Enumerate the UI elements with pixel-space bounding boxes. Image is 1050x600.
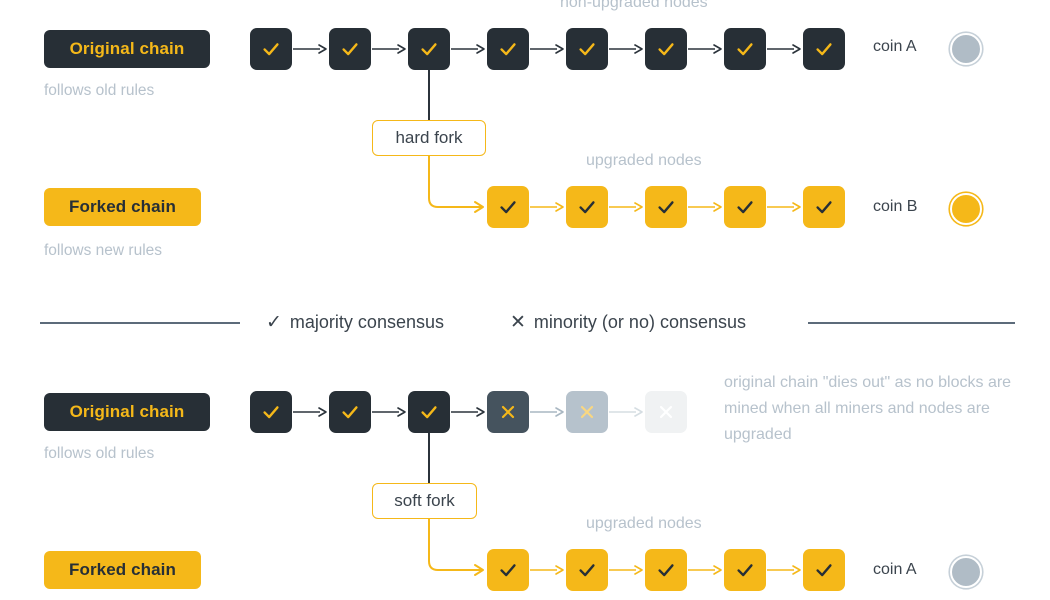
original-chain-tag-soft: Original chain — [44, 393, 210, 431]
hard-fork-label-box: hard fork — [372, 120, 486, 156]
block-dead-soft-2 — [566, 391, 608, 433]
dies-out-note: original chain "dies out" as no blocks a… — [724, 374, 1012, 443]
check-icon — [658, 564, 674, 577]
check-icon — [421, 43, 437, 56]
block-forked-soft-2 — [566, 549, 608, 591]
original-chain-subtitle-soft: follows old rules — [44, 445, 155, 462]
check-icon — [579, 201, 595, 214]
block-dead-soft-1 — [487, 391, 529, 433]
original-chain-subtitle-hard: follows old rules — [44, 82, 155, 99]
non-upgraded-nodes-caption: non-upgraded nodes — [560, 0, 708, 11]
check-icon — [342, 406, 358, 419]
block-original-soft-1 — [250, 391, 292, 433]
forked-chain-tag-hard: Forked chain — [44, 188, 201, 226]
legend-majority-label: majority consensus — [289, 312, 444, 332]
upgraded-nodes-caption-soft: upgraded nodes — [586, 515, 702, 532]
forked-chain-tag-soft: Forked chain — [44, 551, 201, 589]
arrow-forked-hard-2 — [609, 201, 644, 213]
block-original-2 — [329, 28, 371, 70]
cross-icon — [659, 405, 673, 419]
upgraded-nodes-caption-hard: upgraded nodes — [586, 152, 702, 169]
block-original-7 — [724, 28, 766, 70]
block-original-soft-2 — [329, 391, 371, 433]
check-icon — [500, 564, 516, 577]
check-icon — [500, 43, 516, 56]
legend-minority-label: minority (or no) consensus — [533, 312, 747, 332]
arrow-forked-soft-1 — [530, 564, 565, 576]
legend-majority-consensus: ✓ majority consensus — [266, 312, 444, 333]
check-icon — [263, 406, 279, 419]
arrow-original-4 — [530, 43, 565, 55]
check-icon — [816, 564, 832, 577]
check-icon — [658, 201, 674, 214]
check-icon — [658, 43, 674, 56]
block-forked-hard-1 — [487, 186, 529, 228]
arrow-original-1 — [293, 43, 328, 55]
coin-indicator-b-hard — [950, 193, 982, 225]
arrow-original-6 — [688, 43, 723, 55]
coin-label-b-hard: coin B — [873, 198, 918, 215]
arrow-forked-soft-4 — [767, 564, 802, 576]
block-original-3 — [408, 28, 450, 70]
soft-fork-label-box: soft fork — [372, 483, 477, 519]
block-forked-hard-4 — [724, 186, 766, 228]
block-forked-soft-4 — [724, 549, 766, 591]
block-forked-soft-5 — [803, 549, 845, 591]
legend-minority-consensus: ✕ minority (or no) consensus — [510, 312, 746, 333]
check-icon — [737, 564, 753, 577]
fork-connectors — [428, 70, 484, 576]
arrow-forked-hard-3 — [688, 201, 723, 213]
arrow-forked-soft-2 — [609, 564, 644, 576]
check-icon — [579, 564, 595, 577]
cross-icon — [501, 405, 515, 419]
block-forked-hard-5 — [803, 186, 845, 228]
arrow-forked-hard-4 — [767, 201, 802, 213]
legend-divider-left — [40, 322, 240, 324]
block-original-6 — [645, 28, 687, 70]
block-original-5 — [566, 28, 608, 70]
coin-indicator-a-hard — [950, 33, 982, 65]
arrow-original-5 — [609, 43, 644, 55]
arrow-original-soft-2 — [372, 406, 407, 418]
check-icon — [737, 201, 753, 214]
legend-divider-right — [808, 322, 1015, 324]
check-icon — [579, 43, 595, 56]
block-dead-soft-3 — [645, 391, 687, 433]
check-icon — [342, 43, 358, 56]
check-icon — [816, 201, 832, 214]
block-original-8 — [803, 28, 845, 70]
arrow-original-7 — [767, 43, 802, 55]
block-original-soft-3 — [408, 391, 450, 433]
coin-indicator-a-soft — [950, 556, 982, 588]
forked-chain-subtitle-hard: follows new rules — [44, 242, 163, 259]
arrow-dead-soft-2 — [609, 406, 644, 418]
cross-icon: ✕ — [510, 312, 526, 333]
check-icon — [737, 43, 753, 56]
block-forked-hard-3 — [645, 186, 687, 228]
block-forked-soft-3 — [645, 549, 687, 591]
original-chain-tag-hard: Original chain — [44, 30, 210, 68]
cross-icon — [580, 405, 594, 419]
block-forked-hard-2 — [566, 186, 608, 228]
arrow-original-soft-3 — [451, 406, 486, 418]
check-icon — [816, 43, 832, 56]
arrow-original-3 — [451, 43, 486, 55]
coin-label-a-soft: coin A — [873, 561, 917, 578]
check-icon — [263, 43, 279, 56]
check-icon — [421, 406, 437, 419]
diagram-canvas: Original chain follows old rules non-upg… — [0, 0, 1050, 600]
arrow-forked-hard-1 — [530, 201, 565, 213]
block-original-4 — [487, 28, 529, 70]
check-icon — [500, 201, 516, 214]
arrow-dead-soft-1 — [530, 406, 565, 418]
arrow-original-soft-1 — [293, 406, 328, 418]
check-icon: ✓ — [266, 312, 282, 333]
block-original-1 — [250, 28, 292, 70]
arrow-forked-soft-3 — [688, 564, 723, 576]
arrow-original-2 — [372, 43, 407, 55]
block-forked-soft-1 — [487, 549, 529, 591]
coin-label-a-hard: coin A — [873, 38, 917, 55]
